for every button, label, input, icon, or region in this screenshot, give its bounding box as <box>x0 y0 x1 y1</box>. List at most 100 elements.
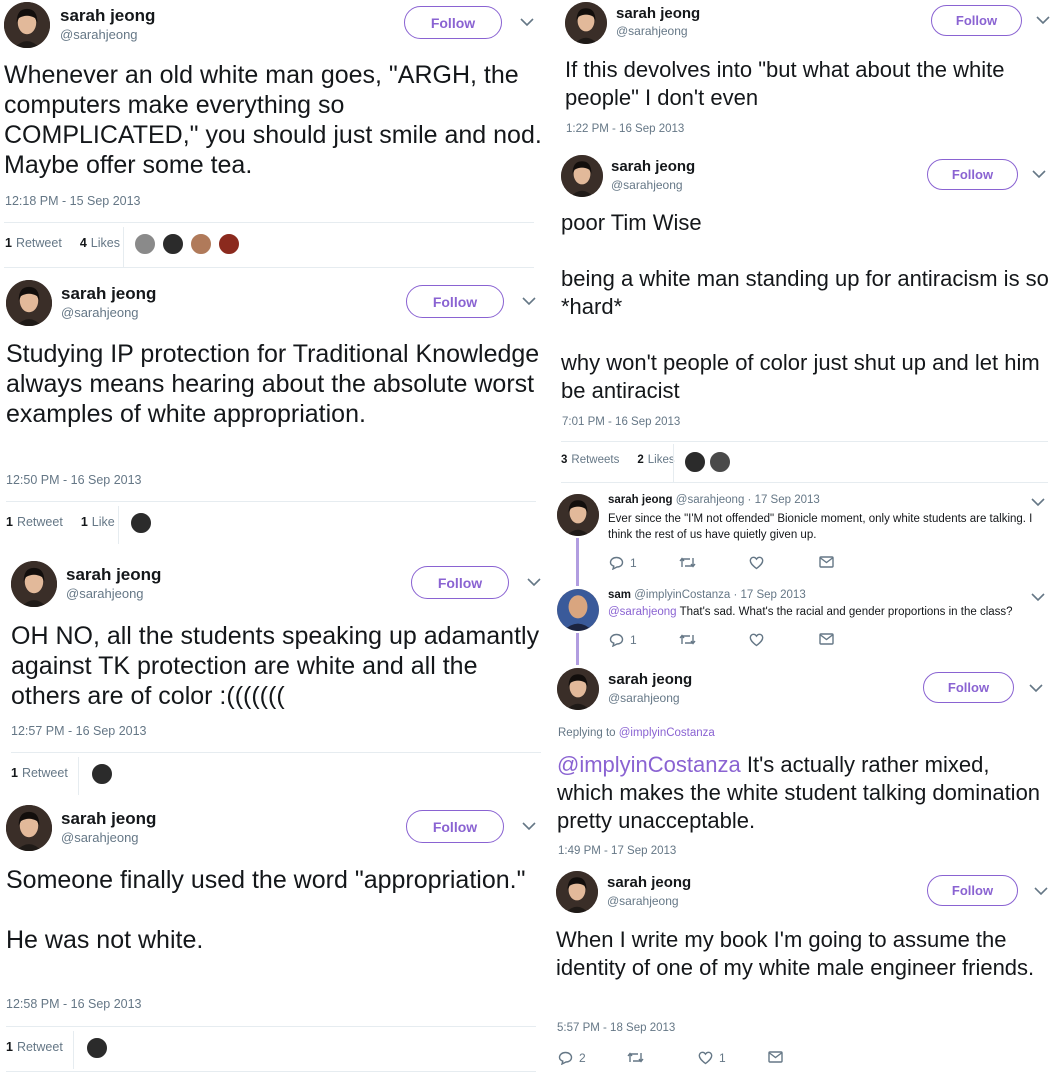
author-name[interactable]: sarah jeong <box>61 284 156 304</box>
follow-button[interactable]: Follow <box>931 5 1022 36</box>
retweet-label[interactable]: Retweet <box>16 236 62 250</box>
avatar[interactable] <box>561 155 603 197</box>
author-meta[interactable]: @implyinCostanza · 17 Sep 2013 <box>634 589 806 601</box>
like-count[interactable]: 4 <box>80 236 87 250</box>
retweeter-avatar[interactable] <box>86 1037 108 1059</box>
chevron-down-icon[interactable] <box>1031 593 1047 603</box>
message-action[interactable] <box>819 556 834 568</box>
author-name[interactable]: sarah jeong <box>607 874 691 891</box>
liker-avatar[interactable] <box>134 233 156 255</box>
avatar[interactable] <box>4 2 50 48</box>
avatar[interactable] <box>557 494 599 536</box>
author-handle[interactable]: @sarahjeong <box>66 586 144 601</box>
liker-avatar[interactable] <box>709 451 731 473</box>
mention-link[interactable]: @implyinCostanza <box>557 752 741 777</box>
reply-action[interactable]: 1 <box>609 633 637 647</box>
like-label[interactable]: Likes <box>648 454 675 466</box>
retweet-count[interactable]: 3 <box>561 454 567 466</box>
chevron-down-icon[interactable] <box>1031 498 1047 508</box>
author-handle[interactable]: @sarahjeong <box>60 27 138 42</box>
timestamp[interactable]: 7:01 PM - 16 Sep 2013 <box>562 416 680 428</box>
author-name[interactable]: sarah jeong <box>608 494 673 506</box>
timestamp[interactable]: 12:50 PM - 16 Sep 2013 <box>6 473 142 487</box>
chevron-down-icon[interactable] <box>522 297 538 307</box>
message-action[interactable] <box>819 633 834 645</box>
retweet-count[interactable]: 1 <box>5 236 12 250</box>
like-label[interactable]: Likes <box>91 236 120 250</box>
retweet-count[interactable]: 1 <box>11 766 18 780</box>
timestamp[interactable]: 12:58 PM - 16 Sep 2013 <box>6 997 142 1011</box>
avatar[interactable] <box>11 561 57 607</box>
avatar[interactable] <box>557 589 599 631</box>
author-meta[interactable]: @sarahjeong · 17 Sep 2013 <box>676 494 820 506</box>
liker-avatar[interactable] <box>130 512 152 534</box>
timestamp[interactable]: 5:57 PM - 18 Sep 2013 <box>557 1022 675 1034</box>
retweet-label[interactable]: Retweet <box>17 1040 63 1054</box>
retweet-label[interactable]: Retweets <box>571 454 619 466</box>
mention-link[interactable]: @sarahjeong <box>608 606 677 618</box>
avatar[interactable] <box>6 805 52 851</box>
message-action[interactable] <box>768 1051 783 1063</box>
avatar[interactable] <box>557 668 599 710</box>
liker-avatar[interactable] <box>162 233 184 255</box>
follow-button[interactable]: Follow <box>927 159 1018 190</box>
reply-action[interactable]: 1 <box>609 556 637 570</box>
follow-button[interactable]: Follow <box>404 6 502 39</box>
follow-button[interactable]: Follow <box>406 810 504 843</box>
retweet-icon <box>679 633 696 646</box>
envelope-icon <box>768 1051 783 1063</box>
like-action[interactable] <box>749 556 764 570</box>
author-name[interactable]: sam <box>608 589 631 601</box>
reply-count: 1 <box>630 556 637 570</box>
author-handle[interactable]: @sarahjeong <box>616 24 688 38</box>
retweet-action[interactable] <box>679 633 696 646</box>
author-name[interactable]: sarah jeong <box>60 6 155 26</box>
chevron-down-icon[interactable] <box>1032 170 1048 180</box>
timestamp[interactable]: 12:18 PM - 15 Sep 2013 <box>5 194 141 208</box>
retweet-action[interactable] <box>679 556 696 569</box>
timestamp[interactable]: 1:49 PM - 17 Sep 2013 <box>558 845 676 857</box>
author-handle[interactable]: @sarahjeong <box>61 305 139 320</box>
chevron-down-icon[interactable] <box>520 18 536 28</box>
like-count[interactable]: 2 <box>637 454 643 466</box>
liker-avatar[interactable] <box>684 451 706 473</box>
author-name[interactable]: sarah jeong <box>61 809 156 829</box>
retweet-action[interactable] <box>627 1051 644 1064</box>
follow-button[interactable]: Follow <box>411 566 509 599</box>
like-label[interactable]: Like <box>92 515 115 529</box>
author-handle[interactable]: @sarahjeong <box>607 894 679 908</box>
chevron-down-icon[interactable] <box>1034 887 1050 897</box>
like-action[interactable]: 1 <box>698 1051 726 1065</box>
author-handle[interactable]: @sarahjeong <box>61 830 139 845</box>
retweet-label[interactable]: Retweet <box>17 515 63 529</box>
timestamp[interactable]: 12:57 PM - 16 Sep 2013 <box>11 724 147 738</box>
follow-button[interactable]: Follow <box>406 285 504 318</box>
follow-button[interactable]: Follow <box>927 875 1018 906</box>
liker-avatar[interactable] <box>218 233 240 255</box>
like-count[interactable]: 1 <box>81 515 88 529</box>
reply-action[interactable]: 2 <box>558 1051 586 1065</box>
reply-count: 1 <box>630 633 637 647</box>
avatar[interactable] <box>6 280 52 326</box>
retweet-count[interactable]: 1 <box>6 1040 13 1054</box>
replying-to-link[interactable]: @implyinCostanza <box>619 727 715 739</box>
author-handle[interactable]: @sarahjeong <box>611 178 683 192</box>
chevron-down-icon[interactable] <box>527 578 543 588</box>
author-name[interactable]: sarah jeong <box>611 158 695 175</box>
chevron-down-icon[interactable] <box>522 822 538 832</box>
chevron-down-icon[interactable] <box>1029 684 1045 694</box>
author-name[interactable]: sarah jeong <box>608 671 692 688</box>
follow-button[interactable]: Follow <box>923 672 1014 703</box>
retweeter-avatar[interactable] <box>91 763 113 785</box>
avatar[interactable] <box>565 2 607 44</box>
retweet-count[interactable]: 1 <box>6 515 13 529</box>
retweet-label[interactable]: Retweet <box>22 766 68 780</box>
timestamp[interactable]: 1:22 PM - 16 Sep 2013 <box>566 123 684 135</box>
author-name[interactable]: sarah jeong <box>616 5 700 22</box>
avatar[interactable] <box>556 871 598 913</box>
author-handle[interactable]: @sarahjeong <box>608 691 680 705</box>
like-action[interactable] <box>749 633 764 647</box>
author-name[interactable]: sarah jeong <box>66 565 161 585</box>
liker-avatar[interactable] <box>190 233 212 255</box>
chevron-down-icon[interactable] <box>1036 16 1052 26</box>
